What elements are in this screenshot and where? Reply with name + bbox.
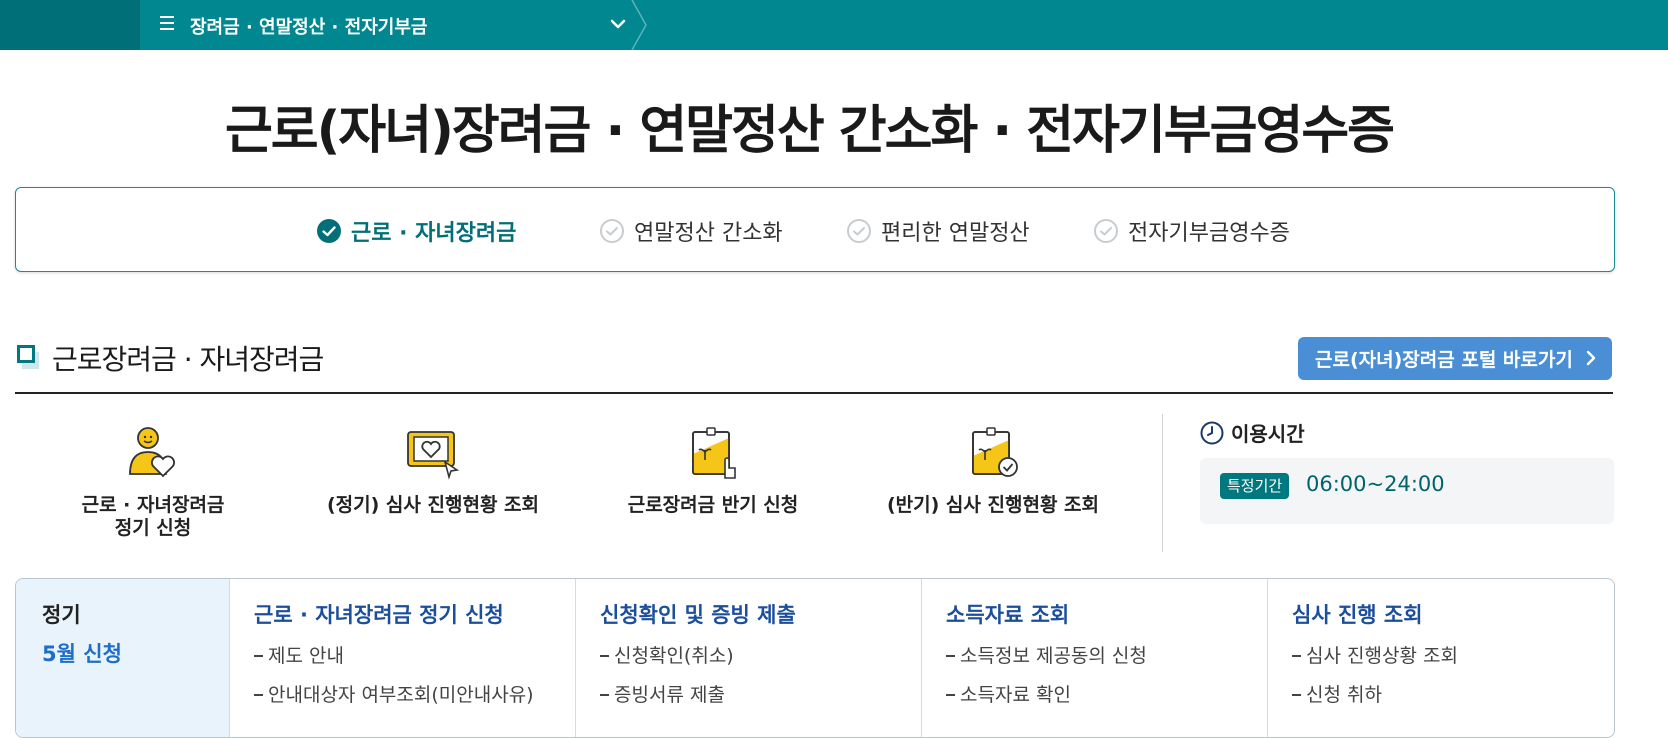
period-column-confirm-submit: 신청확인 및 증빙 제출 신청확인(취소) 증빙서류 제출 bbox=[575, 579, 921, 737]
quick-link-regular-review-status[interactable]: (정기) 심사 진행현황 조회 bbox=[293, 424, 573, 517]
tab-earned-income-credit[interactable]: 근로 · 자녀장려금 bbox=[317, 216, 516, 246]
portal-shortcut-label: 근로(자녀)장려금 포털 바로가기 bbox=[1315, 349, 1573, 371]
period-link-item[interactable]: 증빙서류 제출 bbox=[600, 680, 725, 707]
tab-electronic-donation-receipt[interactable]: 전자기부금영수증 bbox=[1094, 216, 1290, 246]
tab-label: 전자기부금영수증 bbox=[1128, 221, 1290, 246]
period-month: 5월 신청 bbox=[42, 642, 122, 666]
regular-period-table: 정기 5월 신청 근로 · 자녀장려금 정기 신청 제도 안내 안내대상자 여부… bbox=[15, 578, 1615, 738]
check-circle-outline-icon bbox=[847, 219, 871, 243]
period-link-item[interactable]: 신청확인(취소) bbox=[600, 641, 734, 668]
period-link-item[interactable]: 소득자료 확인 bbox=[946, 680, 1071, 707]
check-circle-outline-icon bbox=[1094, 219, 1118, 243]
period-column-title[interactable]: 신청확인 및 증빙 제출 bbox=[600, 599, 796, 629]
section-divider bbox=[15, 392, 1613, 394]
check-circle-filled-icon bbox=[317, 219, 341, 243]
chevron-down-icon bbox=[610, 19, 626, 29]
period-link-item[interactable]: 소득정보 제공동의 신청 bbox=[946, 641, 1147, 668]
page-title: 근로(자녀)장려금 · 연말정산 간소화 · 전자기부금영수증 bbox=[224, 101, 1395, 161]
period-link-item[interactable]: 안내대상자 여부조회(미안내사유) bbox=[254, 680, 534, 707]
period-title: 정기 bbox=[42, 603, 81, 627]
period-link-item[interactable]: 신청 취하 bbox=[1292, 680, 1382, 707]
period-column-application: 근로 · 자녀장려금 정기 신청 제도 안내 안내대상자 여부조회(미안내사유) bbox=[229, 579, 575, 737]
service-hours-value: 06:00~24:00 bbox=[1306, 472, 1445, 496]
check-circle-outline-icon bbox=[600, 219, 624, 243]
hamburger-icon bbox=[160, 16, 174, 32]
document-click-icon bbox=[692, 427, 736, 479]
period-column-income-data: 소득자료 조회 소득정보 제공동의 신청 소득자료 확인 bbox=[921, 579, 1267, 737]
category-menu-dropdown[interactable]: 장려금 · 연말정산 · 전자기부금 bbox=[140, 0, 640, 50]
vertical-divider bbox=[1162, 414, 1163, 552]
tab-label: 근로 · 자녀장려금 bbox=[351, 221, 517, 246]
section-title: 근로장려금 · 자녀장려금 bbox=[52, 343, 324, 376]
period-column-title[interactable]: 소득자료 조회 bbox=[946, 599, 1069, 629]
period-label-cell: 정기 5월 신청 bbox=[16, 579, 229, 737]
tab-label: 연말정산 간소화 bbox=[634, 221, 783, 246]
document-check-icon bbox=[972, 427, 1018, 477]
portal-shortcut-button[interactable]: 근로(자녀)장려금 포털 바로가기 bbox=[1298, 337, 1612, 380]
period-column-title[interactable]: 심사 진행 조회 bbox=[1292, 599, 1423, 629]
top-bar: 장려금 · 연말정산 · 전자기부금 bbox=[0, 0, 1668, 50]
quick-link-label: (반기) 심사 진행현황 조회 bbox=[886, 494, 1099, 516]
quick-link-half-year-review-status[interactable]: (반기) 심사 진행현황 조회 bbox=[853, 424, 1133, 517]
period-badge: 특정기간 bbox=[1220, 473, 1290, 499]
service-hours-box: 특정기간 06:00~24:00 bbox=[1200, 458, 1614, 524]
tab-label: 편리한 연말정산 bbox=[881, 221, 1030, 246]
quick-link-label: (정기) 심사 진행현황 조회 bbox=[326, 494, 539, 516]
period-column-review-status: 심사 진행 조회 심사 진행상황 조회 신청 취하 bbox=[1267, 579, 1613, 737]
quick-link-regular-application[interactable]: 근로 · 자녀장려금 정기 신청 bbox=[13, 424, 293, 540]
category-tabs: 근로 · 자녀장려금 연말정산 간소화 편리한 연말정산 전자기부금영수증 bbox=[15, 187, 1615, 272]
tab-year-end-simplified[interactable]: 연말정산 간소화 bbox=[600, 216, 783, 246]
section-square-icon bbox=[17, 345, 39, 369]
top-bar-home-area[interactable] bbox=[0, 0, 140, 50]
period-link-item[interactable]: 심사 진행상황 조회 bbox=[1292, 641, 1458, 668]
person-heart-icon bbox=[129, 427, 175, 478]
period-link-item[interactable]: 제도 안내 bbox=[254, 641, 344, 668]
clock-icon bbox=[1200, 421, 1224, 444]
quick-link-label: 근로 · 자녀장려금 정기 신청 bbox=[81, 494, 225, 539]
chevron-right-icon bbox=[1586, 350, 1596, 366]
monitor-heart-icon bbox=[407, 431, 460, 480]
period-column-title[interactable]: 근로 · 자녀장려금 정기 신청 bbox=[254, 599, 504, 629]
service-hours-heading: 이용시간 bbox=[1200, 418, 1305, 447]
breadcrumb-separator-icon bbox=[631, 0, 647, 50]
tab-convenient-year-end[interactable]: 편리한 연말정산 bbox=[847, 216, 1030, 246]
category-menu-label: 장려금 · 연말정산 · 전자기부금 bbox=[190, 17, 428, 38]
quick-link-label: 근로장려금 반기 신청 bbox=[627, 494, 799, 516]
quick-link-half-year-application[interactable]: 근로장려금 반기 신청 bbox=[573, 424, 853, 517]
